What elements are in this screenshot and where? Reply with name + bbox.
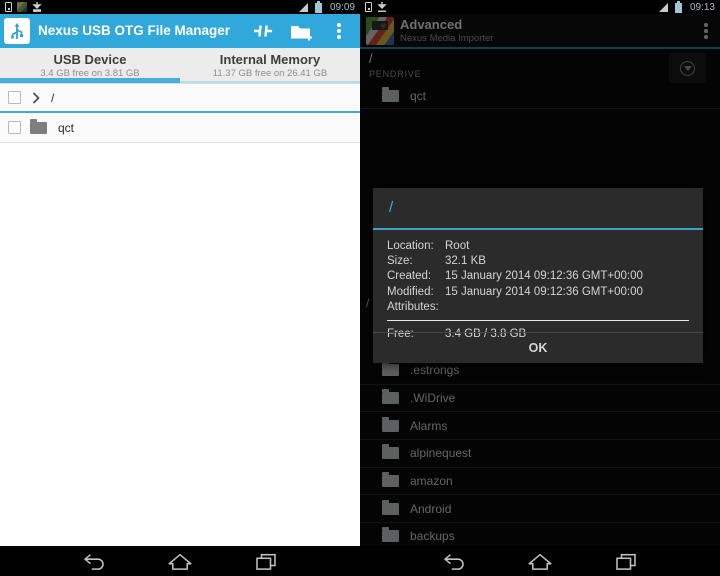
dialog-body: Location: Root Size: 32.1 KB Created: 15… — [373, 230, 703, 342]
usb-app-icon — [4, 18, 30, 44]
row-label: qct — [58, 121, 74, 135]
left-status-system: 09:09 — [298, 1, 355, 13]
tab-internal-memory[interactable]: Internal Memory 11.37 GB free on 26.41 G… — [180, 48, 360, 83]
right-screen-nexus-media-importer: 09:13 Advanced Nexus Media Importer / PE… — [360, 0, 720, 576]
home-button[interactable] — [163, 549, 197, 573]
download-notification-icon — [377, 2, 387, 13]
dialog-title: / — [373, 188, 703, 228]
file-row-parent-directory[interactable]: / — [0, 83, 360, 113]
recents-icon — [253, 552, 279, 570]
signal-icon — [298, 2, 309, 13]
overflow-menu-button[interactable] — [320, 14, 358, 48]
tab-label: USB Device — [0, 52, 180, 67]
tab-subtitle: 11.37 GB free on 26.41 GB — [180, 68, 360, 79]
field-label: Created: — [387, 269, 445, 284]
properties-dialog: / Location: Root Size: 32.1 KB Created: … — [373, 188, 703, 363]
left-action-bar: Nexus USB OTG File Manager — [0, 14, 360, 48]
left-screen-usb-otg-file-manager: 09:09 Nexus USB OTG File Manager — [0, 0, 360, 576]
back-icon — [81, 552, 107, 570]
home-button[interactable] — [523, 549, 557, 573]
dialog-button-bar: OK — [373, 332, 703, 363]
row-checkbox[interactable] — [8, 91, 21, 104]
device-notification-icon — [5, 2, 12, 12]
back-button[interactable] — [437, 549, 471, 573]
download-notification-icon — [32, 2, 42, 13]
app-title: Nexus USB OTG File Manager — [38, 14, 230, 48]
home-icon — [527, 552, 553, 570]
ok-button[interactable]: OK — [373, 333, 703, 363]
storage-tabs: USB Device 3.4 GB free on 3.81 GB Intern… — [0, 48, 360, 83]
field-location: Location: Root — [387, 239, 689, 254]
field-label: Size: — [387, 254, 445, 269]
folder-icon — [30, 122, 47, 134]
left-status-notifications — [5, 2, 42, 13]
home-icon — [167, 552, 193, 570]
file-list: / qct — [0, 83, 360, 143]
clock: 09:13 — [690, 2, 715, 13]
new-folder-button[interactable] — [282, 14, 320, 48]
back-icon — [441, 552, 467, 570]
field-created: Created: 15 January 2014 09:12:36 GMT+00… — [387, 269, 689, 284]
left-action-buttons — [244, 14, 358, 48]
field-size: Size: 32.1 KB — [387, 254, 689, 269]
photo-notification-icon — [17, 2, 27, 12]
right-status-system: 09:13 — [658, 1, 715, 13]
device-notification-icon — [365, 2, 372, 12]
field-label: Modified: — [387, 285, 445, 300]
right-status-notifications — [365, 2, 387, 13]
file-row-folder[interactable]: qct — [0, 113, 360, 143]
field-value: 15 January 2014 09:12:36 GMT+00:00 — [445, 269, 689, 284]
row-label: / — [51, 91, 54, 105]
unmount-button[interactable] — [244, 14, 282, 48]
right-navigation-bar — [360, 546, 720, 576]
field-label: Location: — [387, 239, 445, 254]
field-value — [445, 300, 689, 315]
field-value: 15 January 2014 09:12:36 GMT+00:00 — [445, 285, 689, 300]
back-button[interactable] — [77, 549, 111, 573]
chevron-right-icon — [32, 92, 40, 104]
signal-icon — [658, 2, 669, 13]
unmount-icon — [252, 22, 274, 40]
field-attributes: Attributes: — [387, 300, 689, 315]
field-value: 32.1 KB — [445, 254, 689, 269]
battery-icon — [314, 1, 323, 13]
free-space-divider — [387, 320, 689, 321]
recents-button[interactable] — [609, 549, 643, 573]
tab-usb-device[interactable]: USB Device 3.4 GB free on 3.81 GB — [0, 48, 180, 83]
left-status-bar: 09:09 — [0, 0, 360, 14]
left-navigation-bar — [0, 546, 360, 576]
new-folder-icon — [290, 22, 313, 41]
overflow-icon — [337, 23, 341, 39]
dual-android-screenshot: 09:09 Nexus USB OTG File Manager — [0, 0, 720, 576]
tab-label: Internal Memory — [180, 52, 360, 67]
clock: 09:09 — [330, 2, 355, 13]
field-value: Root — [445, 239, 689, 254]
field-label: Attributes: — [387, 300, 445, 315]
recents-icon — [613, 552, 639, 570]
row-checkbox[interactable] — [8, 121, 21, 134]
right-status-bar: 09:13 — [360, 0, 720, 14]
recents-button[interactable] — [249, 549, 283, 573]
battery-icon — [674, 1, 683, 13]
field-modified: Modified: 15 January 2014 09:12:36 GMT+0… — [387, 285, 689, 300]
